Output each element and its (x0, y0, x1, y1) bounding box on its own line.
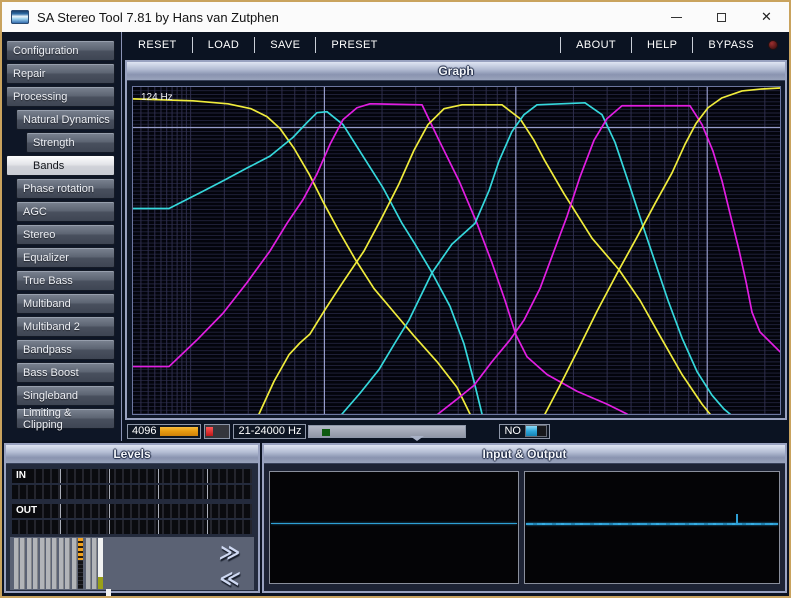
sidebar-item-singleband[interactable]: Singleband (16, 385, 115, 406)
sidebar-item-bands[interactable]: Bands (6, 155, 115, 176)
olive-tip (98, 577, 103, 589)
meter-bar-inactive (65, 538, 70, 589)
buffer-size-value: 4096 (128, 425, 160, 437)
collapse-handle-icon[interactable] (410, 436, 424, 441)
meter-bar-inactive (86, 538, 91, 589)
sidebar-item-configuration[interactable]: Configuration (6, 40, 115, 61)
maximize-icon (717, 13, 726, 22)
toolbar: RESETLOADSAVEPRESET ABOUTHELPBYPASS (123, 32, 789, 58)
sidebar-item-phase-rotation[interactable]: Phase rotation (16, 178, 115, 199)
input-output-panel: Input & Output (262, 443, 787, 593)
meter-bar-inactive (40, 538, 45, 589)
toolbar-button-bypass[interactable]: BYPASS (693, 39, 769, 51)
meter-bar-inactive (20, 538, 25, 589)
toolbar-button-help[interactable]: HELP (632, 39, 692, 51)
sidebar-item-natural-dynamics[interactable]: Natural Dynamics (16, 109, 115, 130)
meter-bar-inactive (33, 538, 38, 589)
app-body: ConfigurationRepairProcessingNatural Dyn… (2, 32, 789, 596)
meter-bar-inactive (92, 538, 97, 589)
graph-panel: Graph 124 Hz (125, 60, 787, 420)
minimize-button[interactable] (654, 2, 699, 32)
levels-panel: Levels IN OUT ≫ ≪ (4, 443, 260, 593)
output-meter-row-2 (12, 520, 252, 534)
output-meter-label: OUT (14, 504, 39, 518)
window-controls: ✕ (654, 2, 789, 32)
range-marker (322, 429, 330, 436)
window-title: SA Stereo Tool 7.81 by Hans van Zutphen (37, 10, 279, 25)
input-meter-row-1: IN (12, 469, 252, 483)
dim-segments (78, 560, 83, 589)
toggle-on-half (526, 426, 537, 436)
sidebar-item-bass-boost[interactable]: Bass Boost (16, 362, 115, 383)
meter-bar-white-olive (98, 538, 103, 589)
multiband-meter-strip: ≫ ≪ (10, 537, 254, 590)
io-panel-header: Input & Output (264, 445, 785, 464)
output-meter-row-1: OUT (12, 504, 252, 518)
sidebar-nav: ConfigurationRepairProcessingNatural Dyn… (2, 32, 122, 441)
sidebar-item-equalizer[interactable]: Equalizer (16, 247, 115, 268)
sidebar-item-multiband[interactable]: Multiband (16, 293, 115, 314)
output-trace (526, 523, 778, 525)
app-window: SA Stereo Tool 7.81 by Hans van Zutphen … (0, 0, 791, 598)
sidebar-item-agc[interactable]: AGC (16, 201, 115, 222)
sidebar-item-strength[interactable]: Strength (26, 132, 115, 153)
meter-bar-inactive (46, 538, 51, 589)
sidebar-item-repair[interactable]: Repair (6, 63, 115, 84)
toolbar-button-load[interactable]: LOAD (193, 39, 255, 51)
meter-bar-inactive (59, 538, 64, 589)
input-trace (271, 523, 517, 524)
sidebar-item-bandpass[interactable]: Bandpass (16, 339, 115, 360)
expand-button[interactable]: ≫ (208, 539, 252, 565)
cpu-load-bar (206, 427, 213, 436)
output-waveform-display (524, 471, 780, 584)
meter-bar-white-green (106, 589, 111, 598)
sidebar-item-true-bass[interactable]: True Bass (16, 270, 115, 291)
output-trace-spike (736, 514, 738, 525)
meter-bar-inactive (72, 538, 77, 589)
toggle-widget[interactable]: NO (499, 424, 550, 439)
close-button[interactable]: ✕ (744, 2, 789, 32)
meter-bar-inactive (27, 538, 32, 589)
title-bar: SA Stereo Tool 7.81 by Hans van Zutphen … (2, 2, 789, 32)
close-icon: ✕ (761, 11, 772, 24)
meter-bar-inactive (52, 538, 57, 589)
buffer-fill-bar (160, 427, 198, 436)
buffer-size-widget[interactable]: 4096 (127, 424, 201, 439)
orange-segments (78, 538, 83, 560)
app-logo-icon (11, 10, 29, 24)
input-meter-row-2 (12, 485, 252, 499)
meter-bar-orange-segments (78, 538, 83, 589)
cpu-load-widget (204, 424, 230, 439)
toolbar-button-preset[interactable]: PRESET (316, 39, 392, 51)
sidebar-item-limiting-clipping[interactable]: Limiting & Clipping (16, 408, 115, 429)
toolbar-button-reset[interactable]: RESET (123, 39, 192, 51)
bypass-indicator-icon (769, 41, 777, 49)
toggle-switch[interactable] (525, 425, 547, 437)
frequency-range-label-box: 21-24000 Hz (233, 424, 306, 439)
minimize-icon (671, 17, 682, 18)
input-meter-label: IN (14, 469, 28, 483)
main-area: RESETLOADSAVEPRESET ABOUTHELPBYPASS Graph… (123, 32, 789, 441)
toggle-label: NO (500, 425, 525, 437)
meter-bar-inactive (14, 538, 19, 589)
sidebar-item-multiband-2[interactable]: Multiband 2 (16, 316, 115, 337)
input-waveform-display (269, 471, 519, 584)
sidebar-item-stereo[interactable]: Stereo (16, 224, 115, 245)
graph-panel-header: Graph (127, 62, 785, 81)
frequency-range-label: 21-24000 Hz (234, 425, 305, 437)
status-bar: 4096 21-24000 Hz NO (125, 423, 787, 439)
levels-panel-header: Levels (6, 445, 258, 464)
frequency-range-slider[interactable] (308, 425, 466, 438)
toolbar-button-save[interactable]: SAVE (255, 39, 315, 51)
toolbar-button-about[interactable]: ABOUT (561, 39, 631, 51)
collapse-button[interactable]: ≪ (208, 565, 252, 591)
graph-plot[interactable]: 124 Hz (132, 86, 781, 415)
sidebar-item-processing[interactable]: Processing (6, 86, 115, 107)
maximize-button[interactable] (699, 2, 744, 32)
io-body (267, 469, 782, 586)
band-curves-chart (133, 87, 780, 414)
